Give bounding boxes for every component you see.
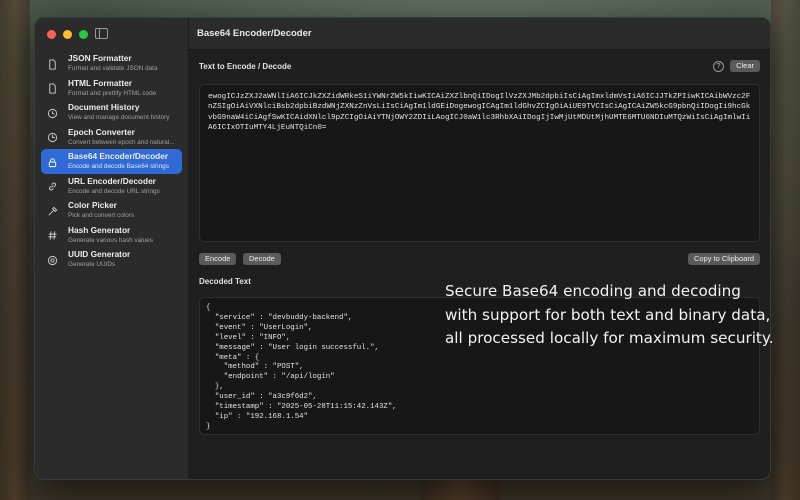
app-window: JSON Formatter Format and validate JSON … — [34, 17, 771, 480]
document-icon — [45, 82, 59, 96]
minimize-window-button[interactable] — [63, 30, 72, 39]
sidebar-item-desc: Convert between epoch and natural... — [68, 138, 175, 146]
sidebar-item-title: Hash Generator — [68, 224, 131, 235]
main-content: Base64 Encoder/Decoder Text to Encode / … — [189, 18, 770, 479]
sidebar-item-title: Base64 Encoder/Decoder — [68, 151, 169, 161]
sidebar-item-desc: Format and prettify HTML code — [68, 89, 157, 97]
document-icon — [45, 57, 59, 71]
titlebar: Base64 Encoder/Decoder — [189, 18, 770, 50]
sidebar-item-color-picker[interactable]: Color Picker Pick and convert colors — [41, 198, 182, 223]
sidebar-item-title: Epoch Converter — [68, 126, 135, 137]
sidebar-item-desc: Format and validate JSON data — [68, 65, 158, 72]
encode-button[interactable]: Encode — [199, 253, 237, 265]
uuid-icon — [45, 253, 59, 267]
marketing-caption: Secure Base64 encoding and decoding with… — [445, 282, 774, 347]
sidebar-nav: JSON Formatter Format and validate JSON … — [41, 51, 182, 272]
sidebar-item-title: UUID Generator — [68, 249, 131, 259]
sidebar: JSON Formatter Format and validate JSON … — [35, 18, 189, 479]
sidebar-item-hash-generator[interactable]: Hash Generator Generate various hash val… — [41, 223, 182, 248]
sidebar-item-title: Color Picker — [68, 200, 117, 210]
eyedropper-icon — [45, 204, 59, 218]
hash-icon — [45, 229, 59, 243]
sidebar-toggle-icon[interactable] — [95, 28, 108, 39]
sidebar-item-document-history[interactable]: Document History View and manage documen… — [41, 100, 182, 125]
sidebar-item-title: URL Encoder/Decoder — [68, 175, 156, 186]
sidebar-item-desc: View and manage document history — [68, 114, 170, 121]
decoded-section-label: Decoded Text — [199, 277, 251, 286]
sidebar-item-epoch-converter[interactable]: Epoch Converter Convert between epoch an… — [41, 125, 182, 150]
clock-icon — [45, 131, 59, 145]
clear-button[interactable]: Clear — [730, 60, 760, 72]
sidebar-item-json-formatter[interactable]: JSON Formatter Format and validate JSON … — [41, 51, 182, 76]
lock-icon — [45, 155, 59, 169]
sidebar-item-url-encoder[interactable]: URL Encoder/Decoder Encode and decode UR… — [41, 174, 182, 199]
sidebar-item-desc: Encode and decode Base64 strings — [68, 163, 169, 170]
history-icon — [45, 106, 59, 120]
sidebar-item-title: JSON Formatter — [68, 53, 132, 63]
sidebar-item-title: HTML Formatter — [68, 77, 132, 88]
sidebar-item-title: Document History — [68, 102, 140, 112]
copy-to-clipboard-button[interactable]: Copy to Clipboard — [687, 253, 760, 265]
sidebar-item-desc: Generate various hash values — [68, 236, 153, 244]
sidebar-item-html-formatter[interactable]: HTML Formatter Format and prettify HTML … — [41, 76, 182, 101]
sidebar-item-desc: Encode and decode URL strings — [68, 187, 160, 195]
sidebar-item-base64[interactable]: Base64 Encoder/Decoder Encode and decode… — [41, 149, 182, 174]
sidebar-item-desc: Pick and convert colors — [68, 212, 135, 219]
encode-input[interactable]: ewogICJzZXJ2aWNlIiA6ICJkZXZidWRkeS1iYWNr… — [199, 84, 760, 242]
page-title: Base64 Encoder/Decoder — [197, 28, 312, 39]
encode-section-label: Text to Encode / Decode — [199, 62, 292, 71]
link-icon — [45, 180, 59, 194]
sidebar-item-desc: Generate UUIDs — [68, 261, 116, 268]
decode-button[interactable]: Decode — [243, 253, 281, 265]
window-controls — [47, 30, 88, 39]
sidebar-item-uuid-generator[interactable]: UUID Generator Generate UUIDs — [41, 247, 182, 272]
close-window-button[interactable] — [47, 30, 56, 39]
help-icon[interactable]: ? — [713, 61, 724, 72]
zoom-window-button[interactable] — [79, 30, 88, 39]
